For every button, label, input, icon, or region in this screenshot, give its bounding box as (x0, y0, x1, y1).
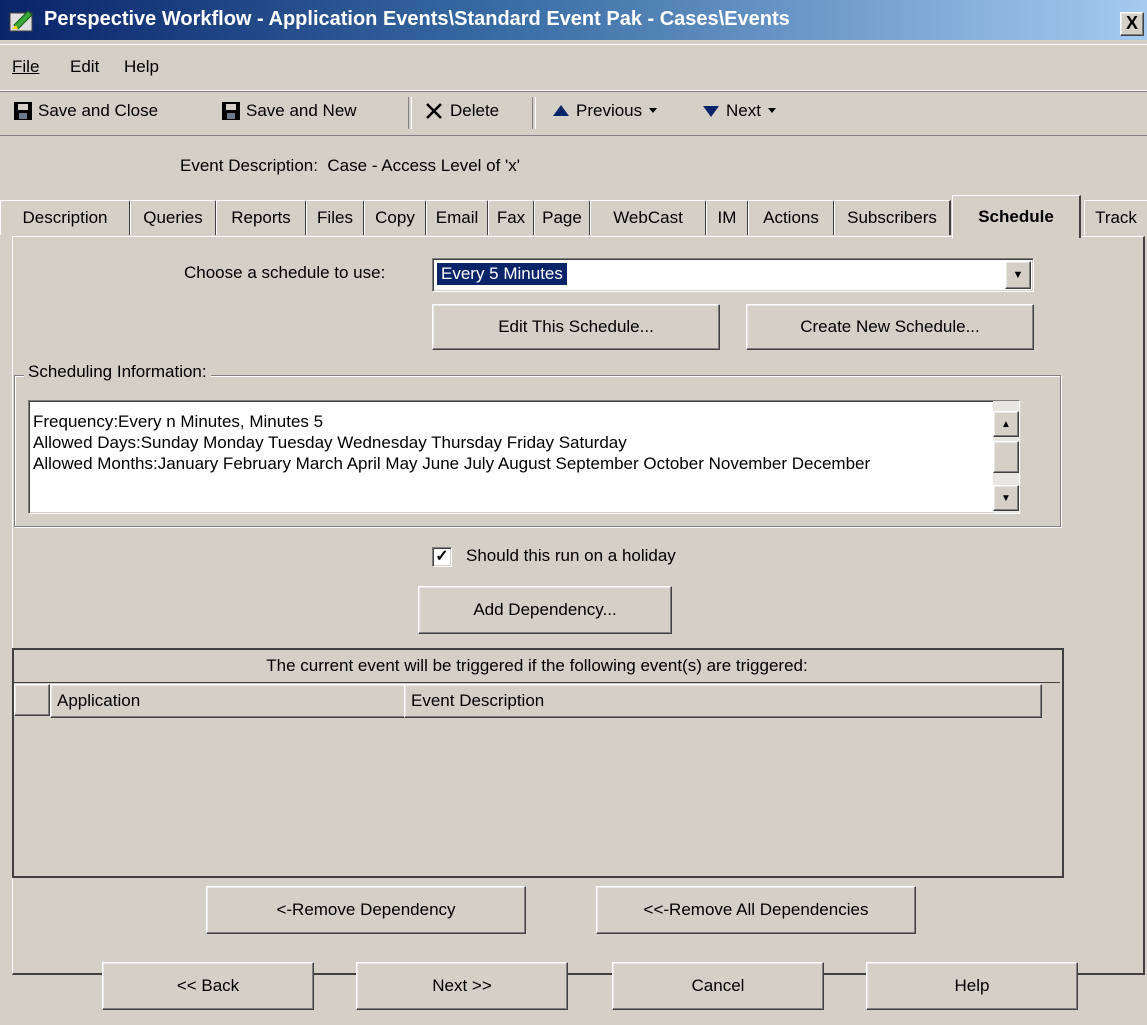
dependencies-table: The current event will be triggered if t… (12, 648, 1064, 878)
menu-bar: File Edit Help (0, 44, 1147, 92)
row-selector-header (14, 684, 50, 716)
schedule-dropdown-value: Every 5 Minutes (437, 263, 567, 285)
previous-button[interactable]: Previous (552, 101, 658, 121)
previous-label: Previous (576, 101, 643, 120)
close-button[interactable]: X (1120, 12, 1144, 36)
save-and-new-button[interactable]: Save and New (222, 101, 357, 121)
app-icon (9, 10, 33, 32)
tab-track[interactable]: Track (1084, 200, 1147, 235)
holiday-checkbox[interactable]: ✓ (432, 547, 452, 567)
menu-help-label: Help (124, 57, 159, 76)
tab-actions[interactable]: Actions (748, 200, 835, 235)
dropdown-arrow-icon[interactable] (648, 107, 658, 115)
delete-icon (426, 103, 442, 119)
save-new-icon (222, 102, 240, 120)
schedule-days-line: Allowed Days:Sunday Monday Tuesday Wedne… (33, 433, 627, 452)
tab-queries[interactable]: Queries (130, 200, 217, 235)
next-toolbar-label: Next (726, 101, 761, 120)
holiday-label: Should this run on a holiday (466, 546, 676, 565)
tab-copy[interactable]: Copy (364, 200, 427, 235)
scroll-thumb[interactable] (993, 441, 1019, 473)
menu-edit-label: Edit (70, 57, 100, 76)
delete-button[interactable]: Delete (424, 101, 499, 121)
tab-webcast[interactable]: WebCast (590, 200, 707, 235)
edit-schedule-button[interactable]: Edit This Schedule... (432, 304, 720, 350)
toolbar-separator (532, 97, 536, 129)
menu-edit[interactable]: Edit (70, 57, 99, 77)
tab-email[interactable]: Email (426, 200, 489, 235)
save-and-close-button[interactable]: Save and Close (14, 101, 158, 121)
tab-schedule[interactable]: Schedule (952, 195, 1081, 238)
column-application[interactable]: Application (50, 684, 406, 718)
save-icon (14, 102, 32, 120)
event-description-row: Event Description: Case - Access Level o… (180, 156, 520, 176)
event-description-value: Case - Access Level of 'x' (327, 156, 521, 175)
event-description-label: Event Description: (180, 156, 318, 175)
menu-file-label: File (12, 57, 40, 76)
scroll-up-icon[interactable]: ▲ (993, 411, 1019, 437)
down-arrow-icon (703, 106, 719, 117)
schedule-months-line: Allowed Months:January February March Ap… (33, 454, 871, 473)
tab-page[interactable]: Page (534, 200, 591, 235)
delete-label: Delete (450, 101, 500, 120)
scheduling-info-textarea[interactable]: Frequency:Every n Minutes, Minutes 5 All… (28, 400, 1020, 514)
tab-subscribers[interactable]: Subscribers (834, 200, 951, 235)
tab-fax[interactable]: Fax (488, 200, 535, 235)
column-event-description[interactable]: Event Description (404, 684, 1042, 718)
tab-files[interactable]: Files (306, 200, 365, 235)
chevron-down-icon[interactable]: ▼ (1005, 261, 1031, 289)
next-toolbar-button[interactable]: Next (702, 101, 777, 121)
tab-im[interactable]: IM (706, 200, 749, 235)
tab-description[interactable]: Description (0, 200, 131, 235)
scheduling-info-label: Scheduling Information: (24, 362, 211, 382)
tab-reports[interactable]: Reports (216, 200, 307, 235)
window-title: Perspective Workflow - Application Event… (44, 8, 790, 30)
save-and-close-label: Save and Close (38, 101, 159, 120)
schedule-dropdown[interactable]: Every 5 Minutes ▼ (432, 258, 1034, 292)
remove-all-dependencies-button[interactable]: <<-Remove All Dependencies (596, 886, 916, 934)
add-dependency-button[interactable]: Add Dependency... (418, 586, 672, 634)
choose-schedule-label: Choose a schedule to use: (184, 263, 386, 282)
scrollbar[interactable]: ▲ ▼ (993, 401, 1019, 513)
up-arrow-icon (553, 105, 569, 116)
title-bar: Perspective Workflow - Application Event… (0, 0, 1147, 40)
toolbar: Save and Close Save and New Delete Previ… (0, 90, 1147, 136)
toolbar-separator (408, 97, 412, 129)
scroll-down-icon[interactable]: ▼ (993, 485, 1019, 511)
dropdown-arrow-icon[interactable] (767, 107, 777, 115)
cancel-button[interactable]: Cancel (612, 962, 824, 1010)
back-button[interactable]: << Back (102, 962, 314, 1010)
help-button[interactable]: Help (866, 962, 1078, 1010)
dependencies-caption: The current event will be triggered if t… (14, 650, 1060, 683)
create-schedule-button[interactable]: Create New Schedule... (746, 304, 1034, 350)
save-and-new-label: Save and New (246, 101, 357, 120)
schedule-frequency-line: Frequency:Every n Minutes, Minutes 5 (33, 412, 324, 431)
menu-file[interactable]: File (12, 57, 39, 77)
remove-dependency-button[interactable]: <-Remove Dependency (206, 886, 526, 934)
menu-help[interactable]: Help (124, 57, 159, 77)
next-button[interactable]: Next >> (356, 962, 568, 1010)
